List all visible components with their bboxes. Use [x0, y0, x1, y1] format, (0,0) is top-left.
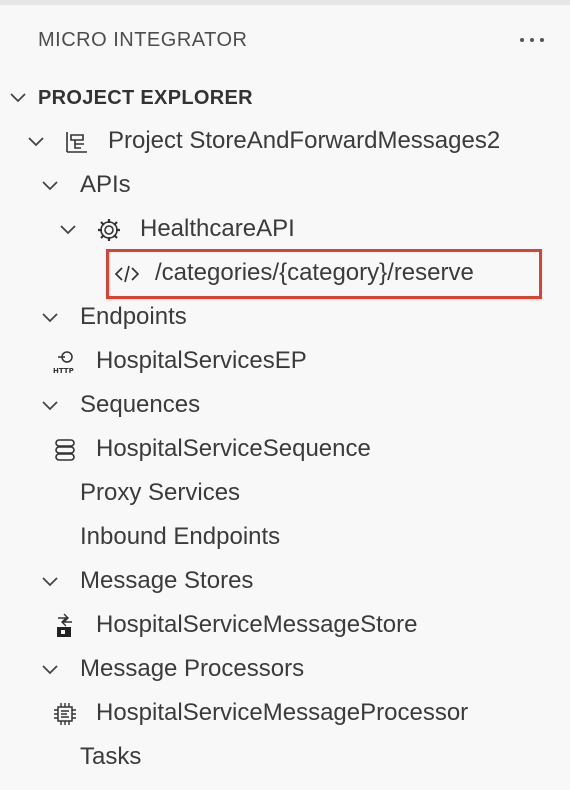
tree-item-label: HospitalServiceMessageStore	[96, 611, 418, 638]
panel-header: MICRO INTEGRATOR	[0, 22, 570, 58]
tree-item-label: Message Stores	[80, 567, 254, 594]
tree-item-inbound-endpoints[interactable]: Inbound Endpoints	[0, 515, 570, 559]
tree-item-healthcare-api[interactable]: HealthcareAPI	[0, 207, 570, 251]
tree-item-label: HospitalServicesEP	[96, 347, 307, 374]
tree-item-label: Proxy Services	[80, 479, 241, 506]
tree-item-label: Tasks	[80, 743, 142, 770]
tree-item-label: Inbound Endpoints	[80, 523, 281, 550]
tree-item-label: Endpoints	[80, 303, 187, 330]
tree-item-message-stores[interactable]: Message Stores	[0, 559, 570, 603]
tree-item-label: Project StoreAndForwardMessages2	[108, 127, 501, 154]
tree-item-label: HealthcareAPI	[140, 215, 295, 242]
chevron-down-icon	[60, 225, 76, 235]
tree-item-label: Sequences	[80, 391, 201, 418]
message-store-icon	[57, 613, 72, 637]
tree-item-tasks[interactable]: Tasks	[0, 735, 570, 779]
tree-item-hospital-ep[interactable]: HTTP HospitalServicesEP	[0, 339, 570, 383]
tree-item-label: HospitalServiceSequence	[96, 435, 371, 462]
project-structure-icon	[66, 132, 87, 153]
highlight-box	[106, 249, 542, 299]
ellipsis-icon[interactable]	[514, 24, 550, 54]
chevron-down-icon	[10, 93, 26, 103]
chevron-down-icon	[42, 313, 58, 323]
tree-item-hospital-store[interactable]: HospitalServiceMessageStore	[0, 603, 570, 647]
svg-text:HTTP: HTTP	[53, 367, 74, 375]
tree-item-sequences[interactable]: Sequences	[0, 383, 570, 427]
tree-item-hospital-sequence[interactable]: HospitalServiceSequence	[0, 427, 570, 471]
chevron-down-icon	[28, 137, 44, 147]
tree-item-apis[interactable]: APIs	[0, 163, 570, 207]
tree-item-project[interactable]: Project StoreAndForwardMessages2	[0, 119, 570, 163]
tree-item-endpoints[interactable]: Endpoints	[0, 295, 570, 339]
section-title: PROJECT EXPLORER	[38, 87, 253, 109]
chevron-down-icon	[42, 577, 58, 587]
sequence-icon	[55, 439, 75, 461]
tree-item-message-processors[interactable]: Message Processors	[0, 647, 570, 691]
chevron-down-icon	[42, 181, 58, 191]
gear-icon	[98, 219, 120, 241]
section-project-explorer[interactable]: PROJECT EXPLORER	[0, 75, 570, 119]
chevron-down-icon	[42, 401, 58, 411]
tree-item-label: HospitalServiceMessageProcessor	[96, 699, 469, 726]
panel-title: MICRO INTEGRATOR	[38, 29, 248, 51]
message-processor-icon	[54, 703, 76, 725]
http-endpoint-icon: HTTP	[53, 351, 74, 375]
tree-item-label: Message Processors	[80, 655, 305, 682]
top-border	[0, 0, 570, 5]
chevron-down-icon	[42, 665, 58, 675]
tree-item-hospital-processor[interactable]: HospitalServiceMessageProcessor	[0, 691, 570, 735]
tree-item-label: APIs	[80, 171, 131, 198]
tree-item-proxy-services[interactable]: Proxy Services	[0, 471, 570, 515]
